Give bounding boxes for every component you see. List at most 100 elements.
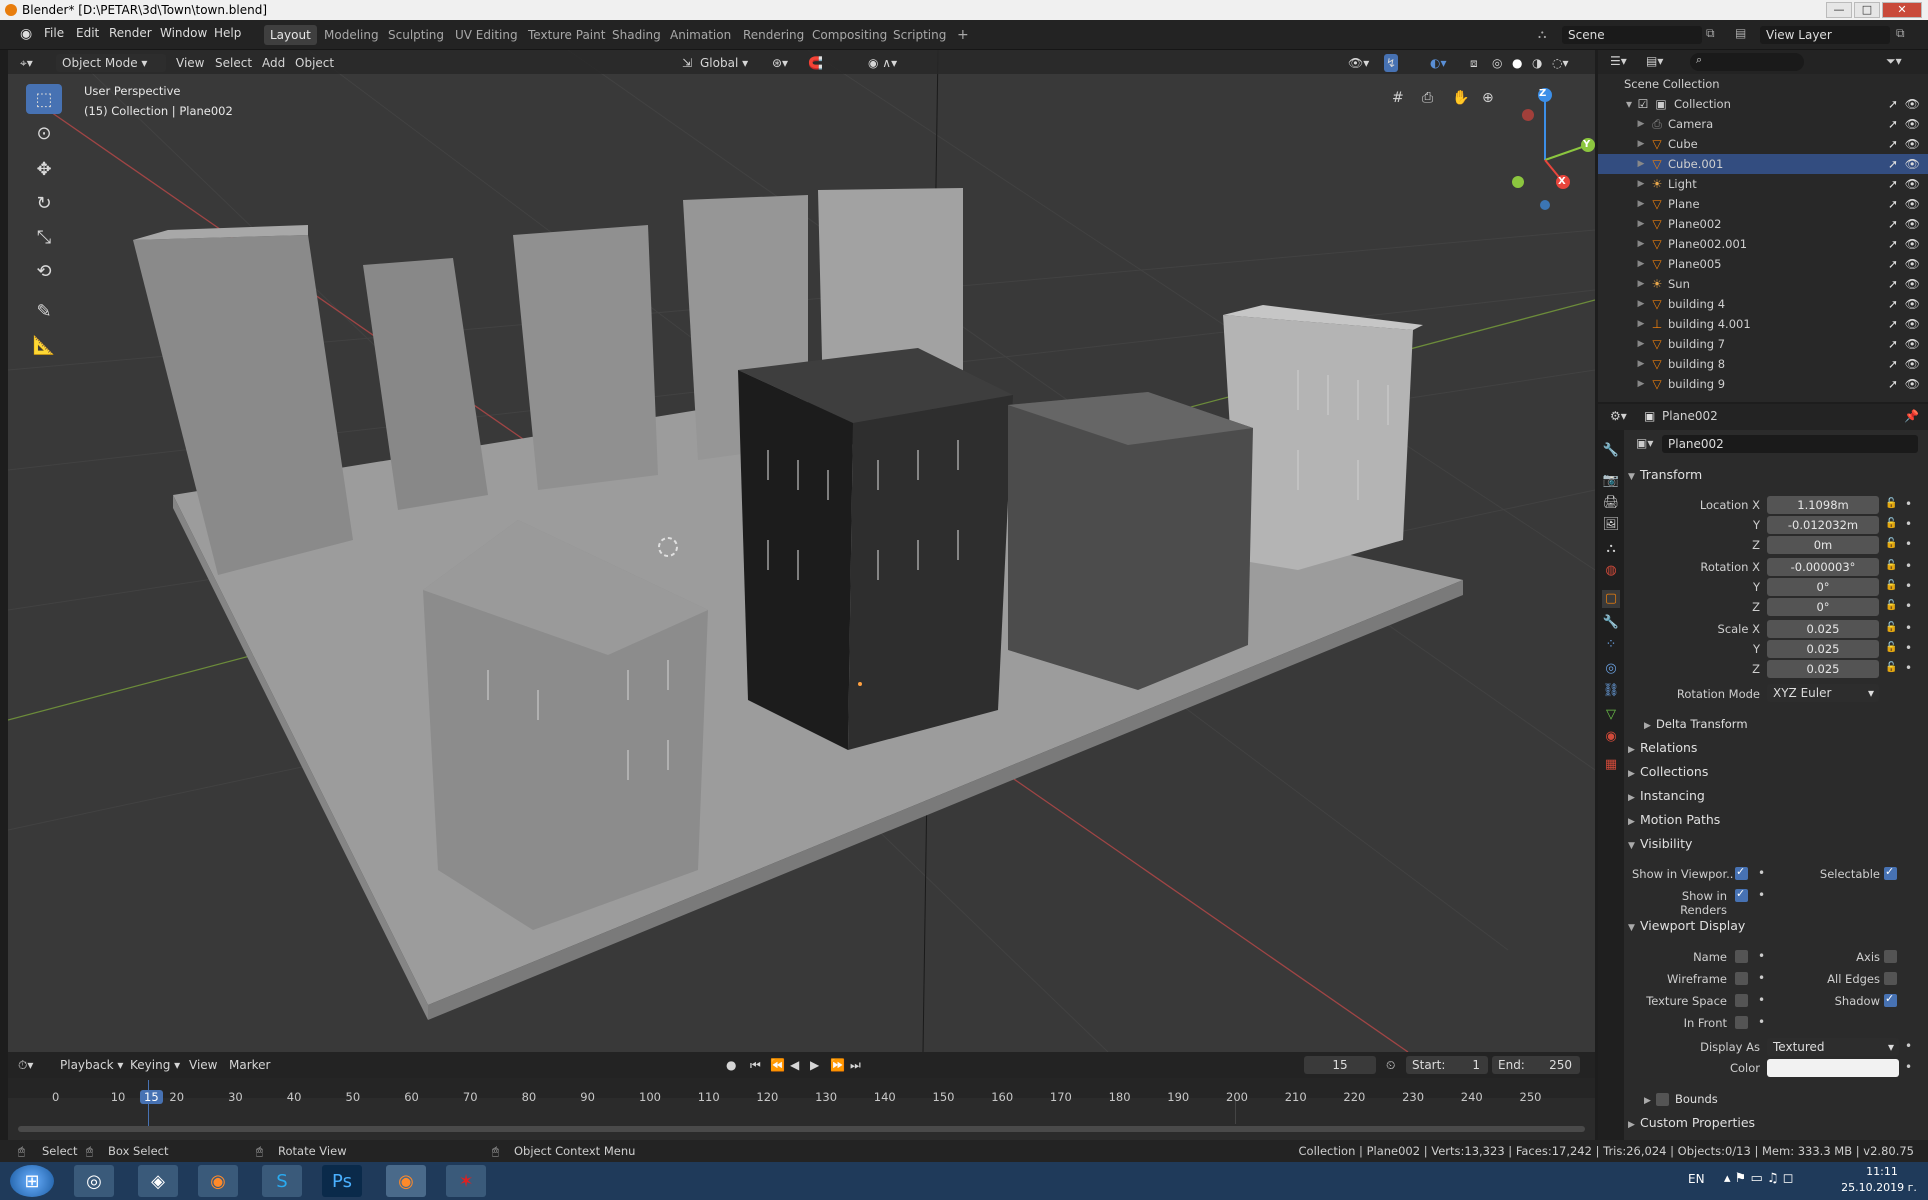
new-scene-icon[interactable]: ⧉	[1706, 26, 1715, 41]
tool-tab-icon[interactable]: 🔧	[1602, 442, 1620, 460]
object-tab-icon[interactable]: ▢	[1602, 590, 1620, 608]
toggle-grid-icon[interactable]: #	[1392, 90, 1404, 106]
eye-icon[interactable]: 👁	[1905, 154, 1920, 174]
menu-render[interactable]: Render	[109, 26, 152, 40]
filter-icon[interactable]: ⏷▾	[1886, 54, 1902, 69]
tab-animation[interactable]: Animation	[664, 25, 737, 45]
select-toggle-icon[interactable]: ➚	[1888, 94, 1898, 114]
expand-arrow-icon[interactable]: ▶	[1634, 117, 1648, 131]
lock-icon[interactable]: 🔓	[1885, 498, 1897, 509]
select-toggle-icon[interactable]: ➚	[1888, 254, 1898, 274]
axis-checkbox[interactable]	[1884, 950, 1897, 963]
lock-icon[interactable]: 🔓	[1885, 580, 1897, 591]
outliner-collection[interactable]: ▾ ☑ ▣ Collection ➚ 👁	[1598, 94, 1928, 114]
render-tab-icon[interactable]: 📷	[1602, 472, 1620, 490]
expand-arrow-icon[interactable]: ▶	[1634, 217, 1648, 231]
lock-icon[interactable]: 🔓	[1885, 538, 1897, 549]
keyframe-dot-icon[interactable]: •	[1905, 579, 1912, 593]
scene-icon[interactable]: ⛬	[1538, 27, 1546, 42]
location-x-field[interactable]: 1.1098m	[1767, 496, 1879, 514]
add-workspace-button[interactable]: +	[951, 25, 975, 45]
tab-rendering[interactable]: Rendering	[737, 25, 810, 45]
blender-menu-icon[interactable]: ◉	[20, 26, 32, 42]
start-frame-field[interactable]: Start: 1	[1406, 1056, 1488, 1074]
constraints-tab-icon[interactable]: ⛓	[1602, 682, 1620, 700]
zoom-icon[interactable]: ⊕	[1482, 90, 1494, 106]
select-toggle-icon[interactable]: ➚	[1888, 154, 1898, 174]
object-type-icon[interactable]: ▣▾	[1636, 436, 1653, 450]
eye-icon[interactable]: 👁	[1905, 314, 1920, 334]
rotate-tool-icon[interactable]: ↻	[26, 188, 62, 218]
tab-uv-editing[interactable]: UV Editing	[449, 25, 524, 45]
cursor-tool-icon[interactable]: ⊙	[26, 118, 62, 148]
select-toggle-icon[interactable]: ➚	[1888, 334, 1898, 354]
keying-menu[interactable]: Keying ▾	[130, 1056, 180, 1074]
collections-section[interactable]: ▶ Collections	[1628, 761, 1928, 783]
keyframe-dot-icon[interactable]: •	[1905, 1039, 1912, 1053]
outliner-item[interactable]: ▶ ☀ Sun ➚ 👁	[1598, 274, 1928, 294]
view-menu[interactable]: View	[176, 54, 204, 72]
expand-arrow-icon[interactable]: ▶	[1634, 317, 1648, 331]
expand-arrow-icon[interactable]: ▾	[1622, 97, 1636, 111]
lock-icon[interactable]: 🔓	[1885, 560, 1897, 571]
orientation-dropdown[interactable]: Global ▾	[700, 54, 760, 72]
outliner-item[interactable]: ▶ ▽ Cube.001 ➚ 👁	[1598, 154, 1928, 174]
lock-icon[interactable]: 🔓	[1885, 622, 1897, 633]
timeline-editor-icon[interactable]: ⏱▾	[18, 1056, 33, 1074]
eye-icon[interactable]: 👁	[1905, 214, 1920, 234]
modifier-tab-icon[interactable]: 🔧	[1602, 614, 1620, 632]
select-toggle-icon[interactable]: ➚	[1888, 214, 1898, 234]
tab-sculpting[interactable]: Sculpting	[382, 25, 450, 45]
view-layer-field[interactable]: View Layer	[1760, 26, 1890, 44]
gizmo-z-label[interactable]: Z	[1539, 88, 1546, 99]
world-tab-icon[interactable]: ◍	[1602, 562, 1620, 580]
keyframe-dot-icon[interactable]: •	[1905, 517, 1912, 531]
select-menu[interactable]: Select	[215, 54, 252, 72]
outliner-item[interactable]: ▶ ▽ Plane ➚ 👁	[1598, 194, 1928, 214]
show-in-renders-checkbox[interactable]	[1735, 887, 1748, 902]
material-tab-icon[interactable]: ◉	[1602, 728, 1620, 746]
tab-layout[interactable]: Layout	[264, 25, 317, 45]
menu-file[interactable]: File	[44, 26, 64, 40]
start-button-icon[interactable]: ⊞	[10, 1165, 54, 1197]
scene-tab-icon[interactable]: ⛬	[1602, 540, 1620, 558]
record-icon[interactable]: ●	[726, 1056, 736, 1074]
add-menu[interactable]: Add	[262, 54, 285, 72]
shading-solid-icon[interactable]: ●	[1512, 54, 1522, 72]
timeline-scrollbar[interactable]	[18, 1126, 1585, 1132]
eye-icon[interactable]: 👁	[1905, 234, 1920, 254]
keyframe-dot-icon[interactable]: •	[1905, 599, 1912, 613]
shadow-checkbox[interactable]	[1884, 992, 1897, 1007]
gizmo-x-label[interactable]: X	[1558, 176, 1566, 187]
camera-view-icon[interactable]: ⎙	[1422, 90, 1433, 106]
firefox-icon[interactable]: ◉	[198, 1165, 238, 1197]
expand-arrow-icon[interactable]: ▶	[1634, 197, 1648, 211]
expand-arrow-icon[interactable]: ▶	[1634, 297, 1648, 311]
keyframe-dot-icon[interactable]: •	[1905, 497, 1912, 511]
selectable-checkbox[interactable]	[1884, 865, 1897, 880]
particles-tab-icon[interactable]: ⁘	[1602, 636, 1620, 654]
color-swatch[interactable]	[1767, 1059, 1899, 1077]
eye-icon[interactable]: 👁	[1905, 274, 1920, 294]
photoshop-icon[interactable]: Ps	[322, 1165, 362, 1197]
location-z-field[interactable]: 0m	[1767, 536, 1879, 554]
move-tool-icon[interactable]: ✥	[26, 154, 62, 184]
playback-menu[interactable]: Playback ▾	[60, 1056, 123, 1074]
preview-range-icon[interactable]: ⏲	[1386, 1056, 1395, 1074]
lock-icon[interactable]: 🔓	[1885, 662, 1897, 673]
keyframe-dot-icon[interactable]: •	[1758, 993, 1765, 1007]
gizmo-y-label[interactable]: Y	[1583, 139, 1590, 150]
keyframe-dot-icon[interactable]: •	[1758, 949, 1765, 963]
select-toggle-icon[interactable]: ➚	[1888, 134, 1898, 154]
tab-shading[interactable]: Shading	[606, 25, 667, 45]
select-toggle-icon[interactable]: ➚	[1888, 194, 1898, 214]
lock-icon[interactable]: 🔓	[1885, 600, 1897, 611]
eye-icon[interactable]: 👁	[1905, 254, 1920, 274]
all-edges-checkbox[interactable]	[1884, 972, 1897, 985]
prev-keyframe-icon[interactable]: ⏪	[770, 1056, 785, 1074]
name-checkbox[interactable]	[1735, 950, 1748, 963]
annotate-tool-icon[interactable]: ✎	[26, 296, 62, 326]
select-toggle-icon[interactable]: ➚	[1888, 234, 1898, 254]
outliner-item[interactable]: ▶ ▽ building 7 ➚ 👁	[1598, 334, 1928, 354]
rotation-mode-dropdown[interactable]: XYZ Euler ▾	[1767, 684, 1879, 702]
